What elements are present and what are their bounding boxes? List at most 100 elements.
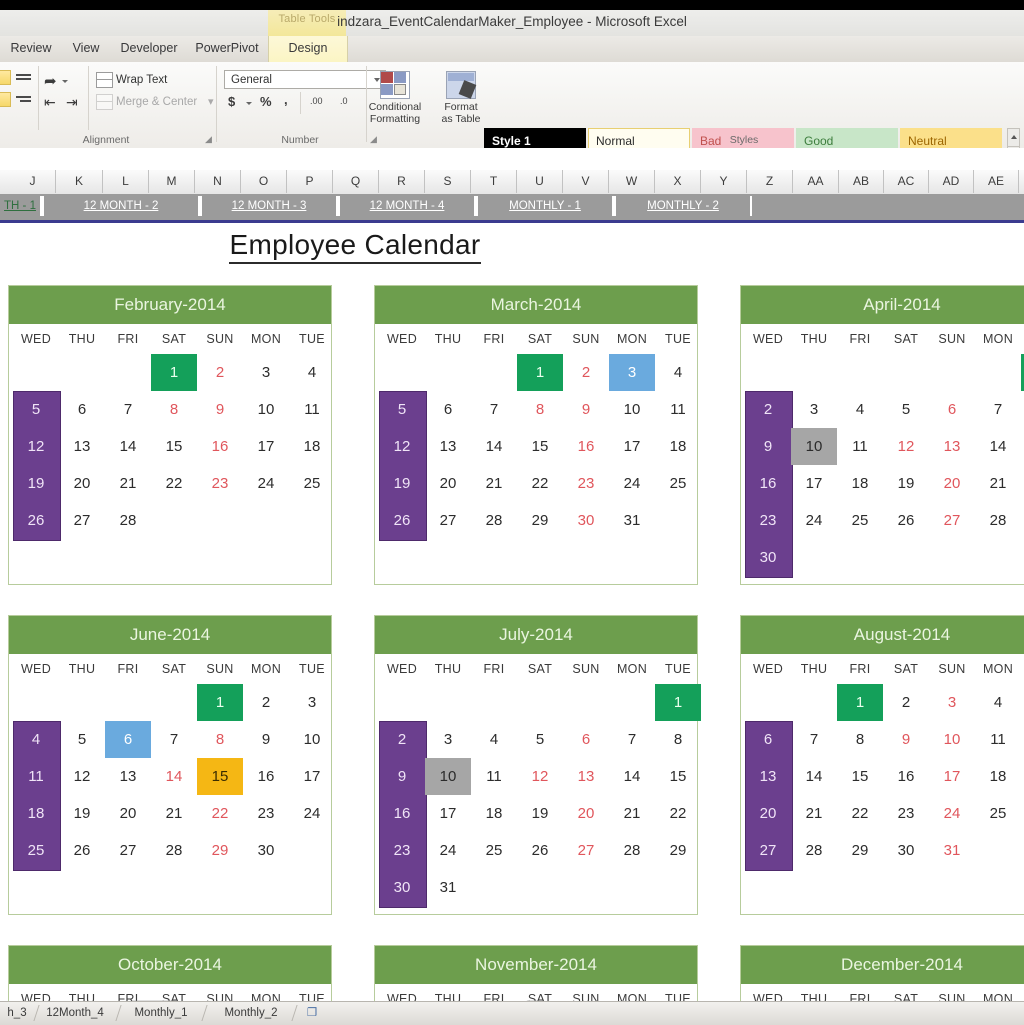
column-header-T[interactable]: T [471, 170, 517, 193]
nav-button-12-month-3[interactable]: 12 MONTH - 3 [200, 196, 338, 216]
calendar-day-cell[interactable]: 28 [471, 502, 517, 539]
decrease-indent-icon[interactable]: ⇤ [44, 94, 56, 111]
calendar-day-cell[interactable]: 7 [609, 721, 655, 758]
calendar-day-cell[interactable]: 19 [883, 465, 929, 502]
calendar-day-cell[interactable]: 17 [289, 758, 335, 795]
column-header-R[interactable]: R [379, 170, 425, 193]
calendar-day-cell[interactable]: 3 [791, 391, 837, 428]
percent-format-button[interactable]: % [260, 94, 272, 109]
calendar-day-cell[interactable]: 4 [837, 391, 883, 428]
calendar-day-cell[interactable]: 9 [243, 721, 289, 758]
orientation-icon[interactable]: ➦ [44, 72, 57, 90]
column-header-K[interactable]: K [56, 170, 103, 193]
calendar-day-cell[interactable]: 14 [975, 428, 1021, 465]
calendar-day-cell[interactable]: 17 [243, 428, 289, 465]
calendar-day-cell[interactable]: 6 [929, 391, 975, 428]
calendar-day-cell[interactable]: 25 [289, 465, 335, 502]
calendar-day-cell[interactable]: 2 [197, 354, 243, 391]
nav-button-monthly-2[interactable]: MONTHLY - 2 [614, 196, 752, 216]
calendar-day-cell[interactable]: 15 [655, 758, 701, 795]
column-header-S[interactable]: S [425, 170, 471, 193]
calendar-day-cell[interactable]: 21 [609, 795, 655, 832]
merge-center-button[interactable]: Merge & Center [96, 93, 197, 111]
format-as-table-button[interactable]: Format as Table [428, 71, 494, 125]
calendar-day-cell[interactable]: 26 [379, 502, 425, 539]
calendar-day-cell[interactable]: 5 [517, 721, 563, 758]
ribbon-tab-view[interactable]: View [62, 36, 110, 62]
calendar-day-cell[interactable]: 10 [791, 428, 837, 465]
calendar-day-cell[interactable]: 11 [975, 721, 1021, 758]
calendar-day-cell[interactable]: 6 [59, 391, 105, 428]
align-bottom-icon[interactable] [0, 92, 11, 107]
calendar-day-cell[interactable]: 19 [13, 465, 59, 502]
calendar-day-cell[interactable]: 8 [837, 721, 883, 758]
calendar-day-cell[interactable]: 10 [243, 391, 289, 428]
calendar-day-cell[interactable]: 22 [837, 795, 883, 832]
calendar-day-cell[interactable]: 28 [609, 832, 655, 869]
calendar-day-cell[interactable]: 9 [883, 721, 929, 758]
wrap-text-button[interactable]: Wrap Text [96, 71, 167, 89]
calendar-day-cell[interactable]: 8 [197, 721, 243, 758]
calendar-day-cell[interactable]: 16 [745, 465, 791, 502]
calendar-day-cell[interactable]: 19 [517, 795, 563, 832]
calendar-day-cell[interactable]: 24 [929, 795, 975, 832]
calendar-day-cell[interactable]: 2 [563, 354, 609, 391]
calendar-day-cell[interactable]: 5 [379, 391, 425, 428]
calendar-day-cell[interactable]: 23 [883, 795, 929, 832]
calendar-day-cell[interactable]: 1 [655, 684, 701, 721]
calendar-day-cell[interactable]: 11 [837, 428, 883, 465]
sheet-tab-monthly-2[interactable]: Monthly_2 [210, 1004, 292, 1023]
calendar-day-cell[interactable]: 22 [197, 795, 243, 832]
calendar-day-cell[interactable]: 17 [929, 758, 975, 795]
calendar-day-cell[interactable]: 26 [883, 502, 929, 539]
column-header-U[interactable]: U [517, 170, 563, 193]
number-dialog-launcher[interactable]: ◢ [370, 134, 377, 145]
calendar-day-cell[interactable]: 6 [425, 391, 471, 428]
column-header-N[interactable]: N [195, 170, 241, 193]
align-center-icon[interactable] [16, 74, 31, 87]
calendar-day-cell[interactable]: 20 [59, 465, 105, 502]
calendar-day-cell[interactable]: 3 [929, 684, 975, 721]
calendar-day-cell[interactable]: 31 [425, 869, 471, 906]
insert-worksheet-icon[interactable]: ❐ [300, 1004, 324, 1023]
column-header-AC[interactable]: AC [884, 170, 929, 193]
column-header-V[interactable]: V [563, 170, 609, 193]
calendar-day-cell[interactable]: 24 [289, 795, 335, 832]
calendar-day-cell[interactable]: 25 [837, 502, 883, 539]
ribbon-tab-powerpivot[interactable]: PowerPivot [188, 36, 266, 62]
calendar-day-cell[interactable]: 22 [151, 465, 197, 502]
column-header-O[interactable]: O [241, 170, 287, 193]
calendar-day-cell[interactable]: 4 [655, 354, 701, 391]
calendar-day-cell[interactable]: 25 [471, 832, 517, 869]
calendar-day-cell[interactable]: 14 [609, 758, 655, 795]
nav-button-monthly-1[interactable]: MONTHLY - 1 [476, 196, 614, 216]
calendar-day-cell[interactable]: 10 [609, 391, 655, 428]
calendar-day-cell[interactable]: 23 [745, 502, 791, 539]
calendar-day-cell[interactable]: 15 [837, 758, 883, 795]
calendar-day-cell[interactable]: 12 [59, 758, 105, 795]
calendar-day-cell[interactable]: 29 [197, 832, 243, 869]
calendar-day-cell[interactable]: 6 [105, 721, 151, 758]
calendar-day-cell[interactable]: 26 [13, 502, 59, 539]
calendar-day-cell[interactable]: 1 [517, 354, 563, 391]
increase-indent-icon[interactable]: ⇥ [66, 94, 78, 111]
calendar-day-cell[interactable]: 12 [883, 428, 929, 465]
calendar-day-cell[interactable]: 18 [289, 428, 335, 465]
calendar-day-cell[interactable]: 25 [655, 465, 701, 502]
calendar-day-cell[interactable]: 21 [105, 465, 151, 502]
column-header-AE[interactable]: AE [974, 170, 1019, 193]
column-header-X[interactable]: X [655, 170, 701, 193]
column-header-P[interactable]: P [287, 170, 333, 193]
calendar-day-cell[interactable]: 30 [883, 832, 929, 869]
calendar-day-cell[interactable]: 23 [243, 795, 289, 832]
calendar-day-cell[interactable]: 14 [105, 428, 151, 465]
calendar-day-cell[interactable]: 9 [379, 758, 425, 795]
calendar-day-cell[interactable]: 23 [197, 465, 243, 502]
calendar-day-cell[interactable]: 23 [379, 832, 425, 869]
calendar-day-cell[interactable]: 22 [517, 465, 563, 502]
calendar-day-cell[interactable]: 31 [609, 502, 655, 539]
calendar-day-cell[interactable]: 27 [59, 502, 105, 539]
calendar-day-cell[interactable]: 15 [517, 428, 563, 465]
calendar-day-cell[interactable]: 17 [609, 428, 655, 465]
calendar-day-cell[interactable]: 13 [745, 758, 791, 795]
